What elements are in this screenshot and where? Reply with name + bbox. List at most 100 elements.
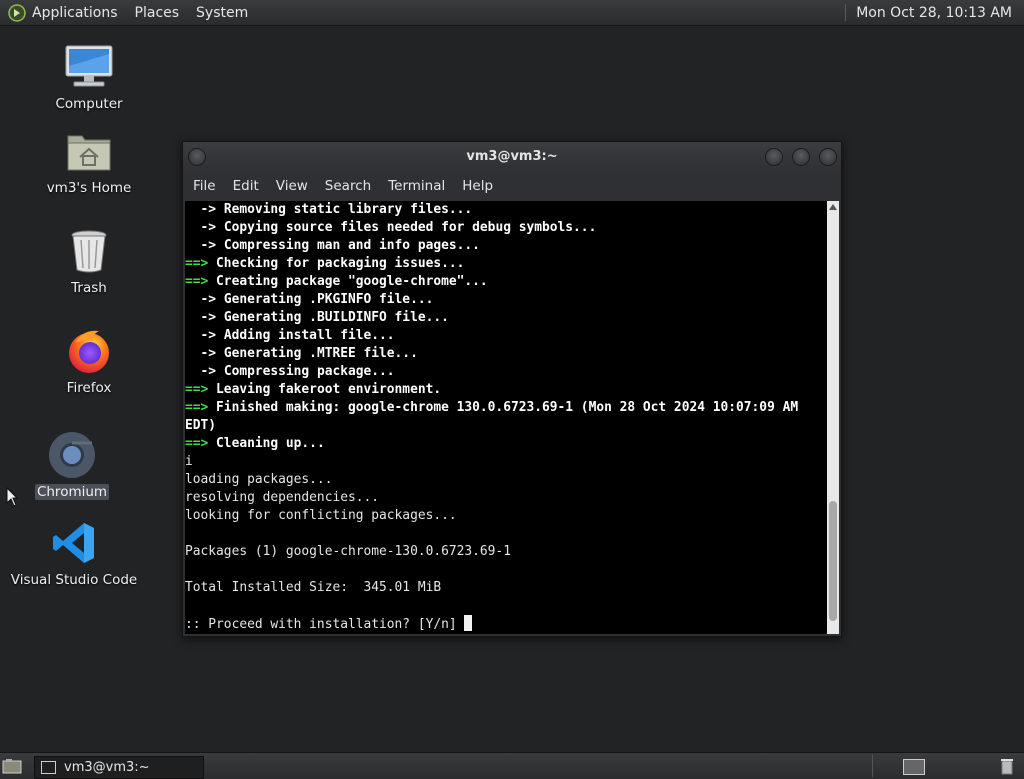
terminal-line-text: Cleaning up... [216,436,325,451]
distro-logo-icon[interactable] [8,3,26,22]
desktop-icon-label: Trash [71,280,107,296]
terminal-line: -> Compressing package... [185,363,827,381]
terminal-scrollbar[interactable] [827,201,839,634]
substep-marker: -> [185,220,224,235]
terminal-line: -> Compressing man and info pages... [185,237,827,255]
terminal-line-text: EDT) [185,418,217,433]
terminal-line: ==> Cleaning up... [185,435,827,453]
terminal-line: looking for conflicting packages... [185,507,827,525]
terminal-line-text: Packages (1) google-chrome-130.0.6723.69… [185,544,511,559]
substep-marker: -> [185,292,224,307]
vscode-icon [48,520,100,566]
menu-view[interactable]: View [276,178,308,194]
scroll-up-arrow-icon[interactable] [829,204,837,210]
system-menu[interactable]: System [196,5,248,21]
maximize-button[interactable] [792,148,810,166]
terminal-line-text: Copying source files needed for debug sy… [223,220,597,235]
terminal-line-text: Generating .PKGINFO file... [223,292,434,307]
terminal-line: ==> Creating package "google-chrome"... [185,273,827,291]
panel-separator [845,4,847,21]
mouse-pointer-icon [6,487,18,507]
substep-marker: -> [185,238,224,253]
desktop-icon-trash[interactable]: Trash [55,228,123,296]
terminal-line: -> Generating .MTREE file... [185,345,827,363]
show-desktop-icon[interactable] [2,758,22,774]
close-button[interactable] [819,148,837,166]
desktop-icon-label: Firefox [66,380,112,396]
menu-search[interactable]: Search [325,178,371,194]
terminal-line-text: looking for conflicting packages... [185,508,457,523]
terminal-line: Packages (1) google-chrome-130.0.6723.69… [185,543,827,561]
trash-applet-icon[interactable] [998,757,1016,775]
terminal-line: Total Installed Size: 345.01 MiB [185,579,827,597]
terminal-line-text: Compressing man and info pages... [223,238,480,253]
terminal-line: ==> Finished making: google-chrome 130.0… [185,399,827,417]
window-titlebar[interactable]: vm3@vm3:~ [183,142,841,172]
terminal-line-text: loading packages... [185,472,333,487]
terminal-menubar: File Edit View Search Terminal Help [183,172,841,200]
taskbar-label: vm3@vm3:~ [64,760,150,775]
terminal-line: -> Removing static library files... [185,201,827,219]
terminal-line: :: Proceed with installation? [Y/n] [185,615,827,633]
terminal-line-text: resolving dependencies... [185,490,380,505]
terminal-line-text: :: Proceed with installation? [Y/n] [185,617,465,632]
menu-help[interactable]: Help [462,178,493,194]
terminal-window[interactable]: vm3@vm3:~ File Edit View Search Terminal… [182,141,842,637]
window-title: vm3@vm3:~ [466,149,558,164]
terminal-line-text: Adding install file... [223,328,395,343]
clock[interactable]: Mon Oct 28, 10:13 AM [856,5,1012,21]
places-menu[interactable]: Places [135,5,180,21]
terminal-line: -> Copying source files needed for debug… [185,219,827,237]
terminal-line-text: Leaving fakeroot environment. [216,382,442,397]
text-cursor [464,615,473,631]
terminal-line-text: Removing static library files... [223,202,473,217]
menu-terminal[interactable]: Terminal [388,178,445,194]
terminal-line-text: Total Installed Size: 345.01 MiB [185,580,442,595]
terminal-line: -> Adding install file... [185,327,827,345]
desktop-icon-chromium[interactable]: Chromium [34,432,110,500]
terminal-icon [41,761,56,774]
desktop-icon-vscode[interactable]: Visual Studio Code [11,520,137,588]
trash-icon [63,228,115,274]
home-folder-icon [63,128,115,174]
bottom-panel: vm3@vm3:~ [0,752,1024,779]
terminal-line-text: Generating .BUILDINFO file... [223,310,449,325]
terminal-line-text: i [185,454,193,469]
desktop-icon-computer[interactable]: Computer [55,44,123,112]
menu-edit[interactable]: Edit [233,178,259,194]
terminal-line: -> Generating .PKGINFO file... [185,291,827,309]
stage-marker: ==> [185,274,217,289]
substep-marker: -> [185,364,224,379]
menu-file[interactable]: File [193,178,216,194]
terminal-line: i [185,453,827,471]
substep-marker: -> [185,346,224,361]
applications-menu[interactable]: Applications [32,5,118,21]
terminal-line: resolving dependencies... [185,489,827,507]
minimize-button[interactable] [765,148,783,166]
terminal-line: EDT) [185,417,827,435]
scrollbar-thumb[interactable] [829,501,837,621]
chromium-icon [46,432,98,478]
terminal-line-text: Creating package "google-chrome"... [216,274,488,289]
terminal-line: -> Generating .BUILDINFO file... [185,309,827,327]
stage-marker: ==> [185,436,217,451]
terminal-line: ==> Leaving fakeroot environment. [185,381,827,399]
terminal-output[interactable]: -> Removing static library files... -> C… [185,201,827,634]
terminal-line: ==> Checking for packaging issues... [185,255,827,273]
firefox-icon [63,328,115,374]
workspace-switcher[interactable] [872,755,973,777]
substep-marker: -> [185,310,224,325]
desktop-icon-label: vm3's Home [46,180,132,196]
workspace-1[interactable] [903,759,925,775]
substep-marker: -> [185,202,224,217]
desktop-icon-firefox[interactable]: Firefox [55,328,123,396]
desktop-icon-label: Visual Studio Code [10,572,138,588]
taskbar-terminal-button[interactable]: vm3@vm3:~ [34,756,204,779]
desktop-icon-label: Computer [55,96,123,112]
desktop-icon-home[interactable]: vm3's Home [45,128,133,196]
terminal-line-text: Compressing package... [223,364,395,379]
terminal-line-text: Checking for packaging issues... [216,256,465,271]
terminal-line: loading packages... [185,471,827,489]
